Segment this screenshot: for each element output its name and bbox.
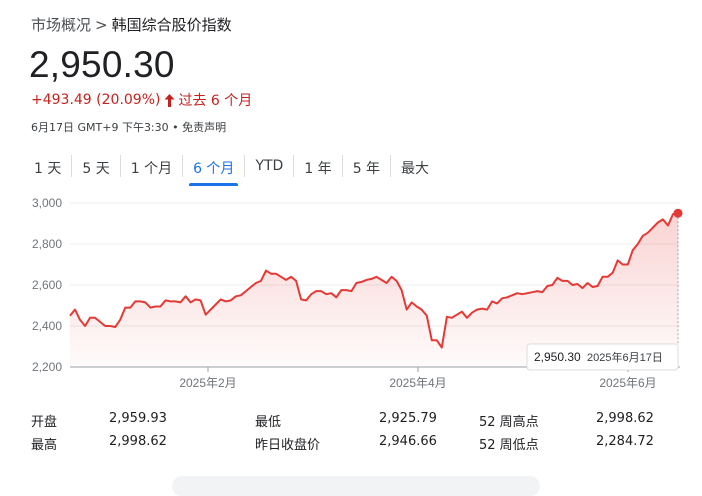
breadcrumb-separator: > — [95, 16, 108, 34]
quote-timestamp: 6月17日 GMT+9 下午3:30 — [31, 121, 169, 134]
y-tick-label: 2,400 — [32, 319, 62, 333]
breadcrumb-current: 韩国综合股价指数 — [111, 16, 232, 34]
stat-open-label: 开盘 — [31, 415, 58, 430]
change-value: +493.49 (20.09%) — [31, 92, 161, 108]
arrow-up-icon — [164, 93, 175, 107]
stat-52w-low-value: 2,284.72 — [596, 434, 654, 449]
stat-low-label: 最低 — [255, 415, 282, 430]
breadcrumb-market-overview-link[interactable]: 市场概况 — [31, 16, 91, 34]
tab-ytd[interactable]: YTD — [245, 152, 293, 184]
y-tick-label: 2,800 — [32, 237, 62, 251]
stat-high-value: 2,998.62 — [109, 434, 167, 449]
tab-1d[interactable]: 1 天 — [24, 152, 71, 184]
tab-6m[interactable]: 6 个月 — [183, 152, 244, 186]
disclaimer-link[interactable]: 免责声明 — [182, 121, 226, 134]
x-tick-label: 2025年4月 — [389, 376, 446, 390]
stat-52w-high-value: 2,998.62 — [596, 411, 654, 426]
y-tick-label: 2,200 — [32, 360, 62, 374]
key-stats: 开盘 2,959.93 最低 2,925.79 52 周高点 2,998.62 … — [31, 411, 691, 457]
tab-1m[interactable]: 1 个月 — [121, 152, 182, 184]
stat-high-label: 最高 — [31, 438, 58, 453]
price-chart[interactable]: 3,000 2,800 2,600 2,400 2,200 2025年2月 2025年4月… — [0, 192, 702, 392]
x-tick-label: 2025年6月 — [599, 376, 656, 390]
more-info-pill[interactable] — [172, 476, 540, 496]
price-change: +493.49 (20.09%) 过去 6 个月 — [31, 90, 252, 110]
tooltip-value: 2,950.30 — [534, 350, 581, 364]
y-tick-label: 2,600 — [32, 278, 62, 292]
range-tabs: 1 天 5 天 1 个月 6 个月 YTD 1 年 5 年 最大 — [24, 152, 439, 186]
stats-row: 开盘 2,959.93 最低 2,925.79 52 周高点 2,998.62 — [31, 411, 691, 434]
stat-open-value: 2,959.93 — [109, 411, 167, 426]
last-price-dot — [673, 208, 683, 218]
y-tick-label: 3,000 — [32, 196, 62, 210]
change-period: 过去 6 个月 — [178, 93, 253, 109]
tab-1y[interactable]: 1 年 — [294, 152, 341, 184]
chart-tooltip: 2,950.30 2025年6月17日 — [526, 343, 679, 371]
breadcrumb: 市场概况 > 韩国综合股价指数 — [31, 14, 232, 35]
tab-5y[interactable]: 5 年 — [343, 152, 390, 184]
tab-5d[interactable]: 5 天 — [72, 152, 119, 184]
current-price: 2,950.30 — [29, 44, 175, 85]
meta-separator: • — [172, 121, 179, 134]
stat-prev-close-label: 昨日收盘价 — [255, 438, 321, 453]
stat-52w-low-label: 52 周低点 — [479, 438, 539, 453]
tab-max[interactable]: 最大 — [391, 152, 439, 184]
quote-meta: 6月17日 GMT+9 下午3:30 • 免责声明 — [31, 119, 226, 135]
x-tick-label: 2025年2月 — [179, 376, 236, 390]
stat-52w-high-label: 52 周高点 — [479, 415, 539, 430]
stat-low-value: 2,925.79 — [379, 411, 437, 426]
stat-prev-close-value: 2,946.66 — [379, 434, 437, 449]
stats-row: 最高 2,998.62 昨日收盘价 2,946.66 52 周低点 2,284.… — [31, 434, 691, 457]
tooltip-date: 2025年6月17日 — [587, 350, 663, 364]
